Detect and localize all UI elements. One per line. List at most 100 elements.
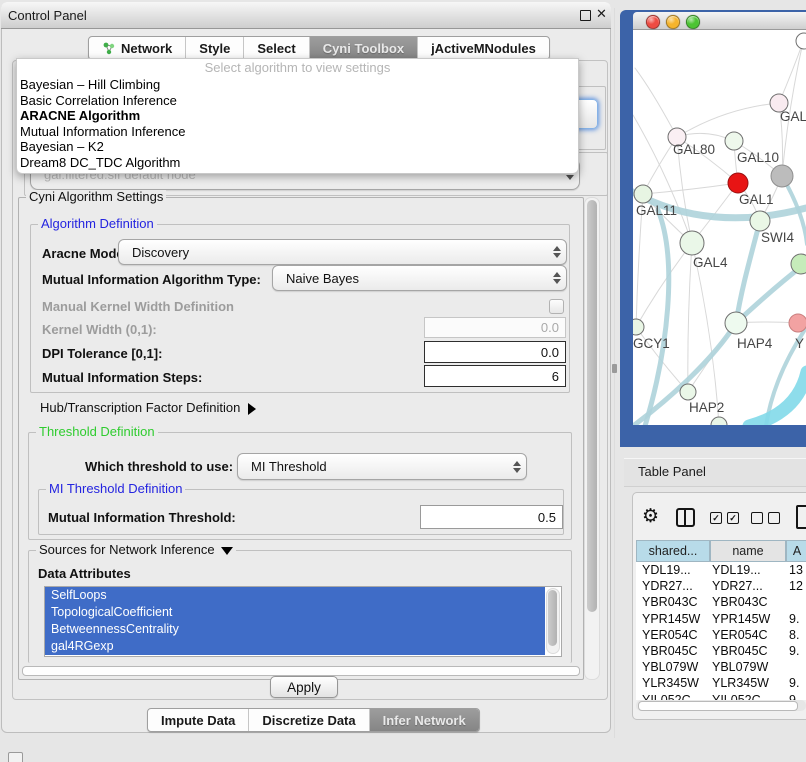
table-horizontal-scrollbar-track[interactable] [636, 700, 806, 711]
data-attributes-list[interactable]: SelfLoopsTopologicalCoefficientBetweenne… [44, 586, 562, 657]
kernel-width-field[interactable] [424, 317, 566, 338]
hub-section-toggle[interactable]: Hub/Transcription Factor Definition [40, 400, 256, 415]
network-node-y[interactable] [789, 314, 806, 332]
attribute-item-selected[interactable]: BetweennessCentrality [45, 621, 545, 638]
table-row[interactable]: YBR045CYBR045C9. [636, 644, 806, 661]
table-cell: YLR345W [642, 676, 699, 690]
unchecked-checkbox-pair-icon[interactable] [751, 512, 763, 524]
gear-icon[interactable]: ⚙ [642, 505, 659, 527]
table-column-header[interactable]: name [710, 540, 786, 562]
network-node-label: Y [795, 336, 804, 351]
tab-cyni-toolbox[interactable]: Cyni Toolbox [310, 37, 418, 59]
checked-checkbox-pair-icon[interactable]: ✓ [710, 512, 722, 524]
network-node[interactable] [796, 33, 806, 49]
network-node-gal1[interactable] [728, 173, 748, 193]
settings-horizontal-scrollbar[interactable] [22, 666, 580, 676]
tab-network[interactable]: Network [89, 37, 186, 59]
settings-vertical-scrollbar[interactable] [584, 197, 600, 680]
tab-discretize-data[interactable]: Discretize Data [249, 709, 369, 731]
split-divider-handle[interactable] [612, 364, 617, 373]
split-columns-icon[interactable] [676, 508, 695, 527]
zoom-window-button[interactable] [686, 15, 700, 29]
close-window-button[interactable] [646, 15, 660, 29]
table-row[interactable]: YDR27...YDR27...12 [636, 579, 806, 596]
table-row[interactable]: YBR043CYBR043C [636, 595, 806, 612]
attribute-item-selected[interactable]: SelfLoops [45, 587, 545, 604]
which-threshold-combo[interactable]: MI Threshold [237, 453, 527, 480]
table-row[interactable]: YIL052CYIL052C9 [636, 693, 806, 700]
checked-checkbox-pair-icon[interactable]: ✓ [727, 512, 739, 524]
sources-group-title[interactable]: Sources for Network Inference [36, 543, 236, 557]
mi-algorithm-type-combo[interactable]: Naive Bayes [272, 265, 567, 291]
tab-infer-network[interactable]: Infer Network [370, 709, 479, 731]
expanded-arrow-icon[interactable] [221, 547, 233, 555]
close-icon[interactable]: ✕ [596, 7, 607, 22]
network-node[interactable] [771, 165, 793, 187]
network-node[interactable] [711, 417, 727, 425]
table-cell: YDR27... [712, 579, 763, 593]
network-node-gal10[interactable] [725, 132, 743, 150]
manual-kernel-width-checkbox[interactable] [549, 299, 564, 314]
network-node-hap4[interactable] [725, 312, 747, 334]
table-cell: YDL19... [642, 563, 691, 577]
network-edge[interactable] [643, 183, 738, 194]
aracne-mode-combo[interactable]: Discovery [118, 239, 567, 265]
table-column-header[interactable]: A [786, 540, 806, 562]
network-edge[interactable] [688, 243, 692, 392]
table-horizontal-scrollbar-thumb[interactable] [638, 701, 798, 711]
mi-threshold-field[interactable] [420, 505, 563, 529]
table-column-header[interactable]: shared... [636, 540, 710, 562]
network-edge[interactable] [636, 243, 692, 327]
table-cell: YBL079W [642, 660, 698, 674]
network-node-gal11[interactable] [634, 185, 652, 203]
algorithm-option[interactable]: Bayesian – Hill Climbing [17, 77, 578, 93]
table-cell: 9 [789, 693, 796, 700]
network-node-swi4[interactable] [750, 211, 770, 231]
tab-label: Select [257, 41, 295, 56]
tab-style[interactable]: Style [186, 37, 244, 59]
table-row[interactable]: YER054CYER054C8. [636, 628, 806, 645]
application-root: Control Panel ✕ NetworkStyleSelectCyni T… [0, 0, 806, 762]
network-edge[interactable] [645, 210, 669, 425]
float-window-icon[interactable] [580, 10, 591, 21]
minimized-panel-icon[interactable] [8, 752, 23, 762]
table-document-icon[interactable] [796, 505, 806, 529]
tab-label: Network [121, 41, 172, 56]
network-node-gcy1[interactable] [633, 319, 644, 335]
network-canvas[interactable]: GALGAL80GAL10GAL1GAL11SWI4GAL4GCY1HAP4YH… [633, 30, 806, 425]
minimize-window-button[interactable] [666, 15, 680, 29]
tab-jactivemnodules[interactable]: jActiveMNodules [418, 37, 549, 59]
tab-select[interactable]: Select [244, 37, 309, 59]
table-row[interactable]: YLR345WYLR345W9. [636, 676, 806, 693]
algorithm-option[interactable]: Basic Correlation Inference [17, 93, 578, 109]
algorithm-option[interactable]: ARACNE Algorithm [17, 108, 578, 124]
network-edge[interactable] [692, 243, 719, 425]
algorithm-option[interactable]: Mutual Information Inference [17, 124, 578, 140]
cyni-bottom-tabbar: Impute DataDiscretize DataInfer Network [147, 708, 480, 732]
network-edge[interactable] [779, 42, 803, 103]
algorithm-option[interactable]: Dream8 DC_TDC Algorithm [17, 155, 578, 171]
settings-scrollbar-thumb[interactable] [587, 200, 597, 612]
unchecked-checkbox-pair-icon[interactable] [768, 512, 780, 524]
network-node-hap2[interactable] [680, 384, 696, 400]
network-node-gal4[interactable] [680, 231, 704, 255]
collapsed-arrow-icon[interactable] [248, 403, 256, 415]
attribute-item-selected[interactable]: TopologicalCoefficient [45, 604, 545, 621]
table-row[interactable]: YDL19...YDL19...13 [636, 563, 806, 580]
network-node[interactable] [791, 254, 806, 274]
dpi-tolerance-field[interactable] [424, 341, 566, 363]
attribute-item-selected[interactable]: gal4RGexp [45, 638, 545, 655]
algorithm-option[interactable]: Bayesian – K2 [17, 139, 578, 155]
network-edge[interactable] [677, 103, 779, 137]
control-panel-titlebar[interactable] [1, 2, 611, 29]
split-divider[interactable] [614, 8, 619, 738]
tab-impute-data[interactable]: Impute Data [148, 709, 249, 731]
attributes-scrollbar-thumb[interactable] [548, 590, 557, 646]
network-edge[interactable] [635, 68, 677, 137]
table-row[interactable]: YPR145WYPR145W9. [636, 612, 806, 629]
attributes-scrollbar[interactable] [546, 588, 560, 654]
mi-steps-field[interactable] [424, 365, 566, 387]
table-row[interactable]: YBL079WYBL079W [636, 660, 806, 677]
apply-button[interactable]: Apply [270, 676, 338, 698]
network-node-label: GAL11 [636, 203, 677, 218]
